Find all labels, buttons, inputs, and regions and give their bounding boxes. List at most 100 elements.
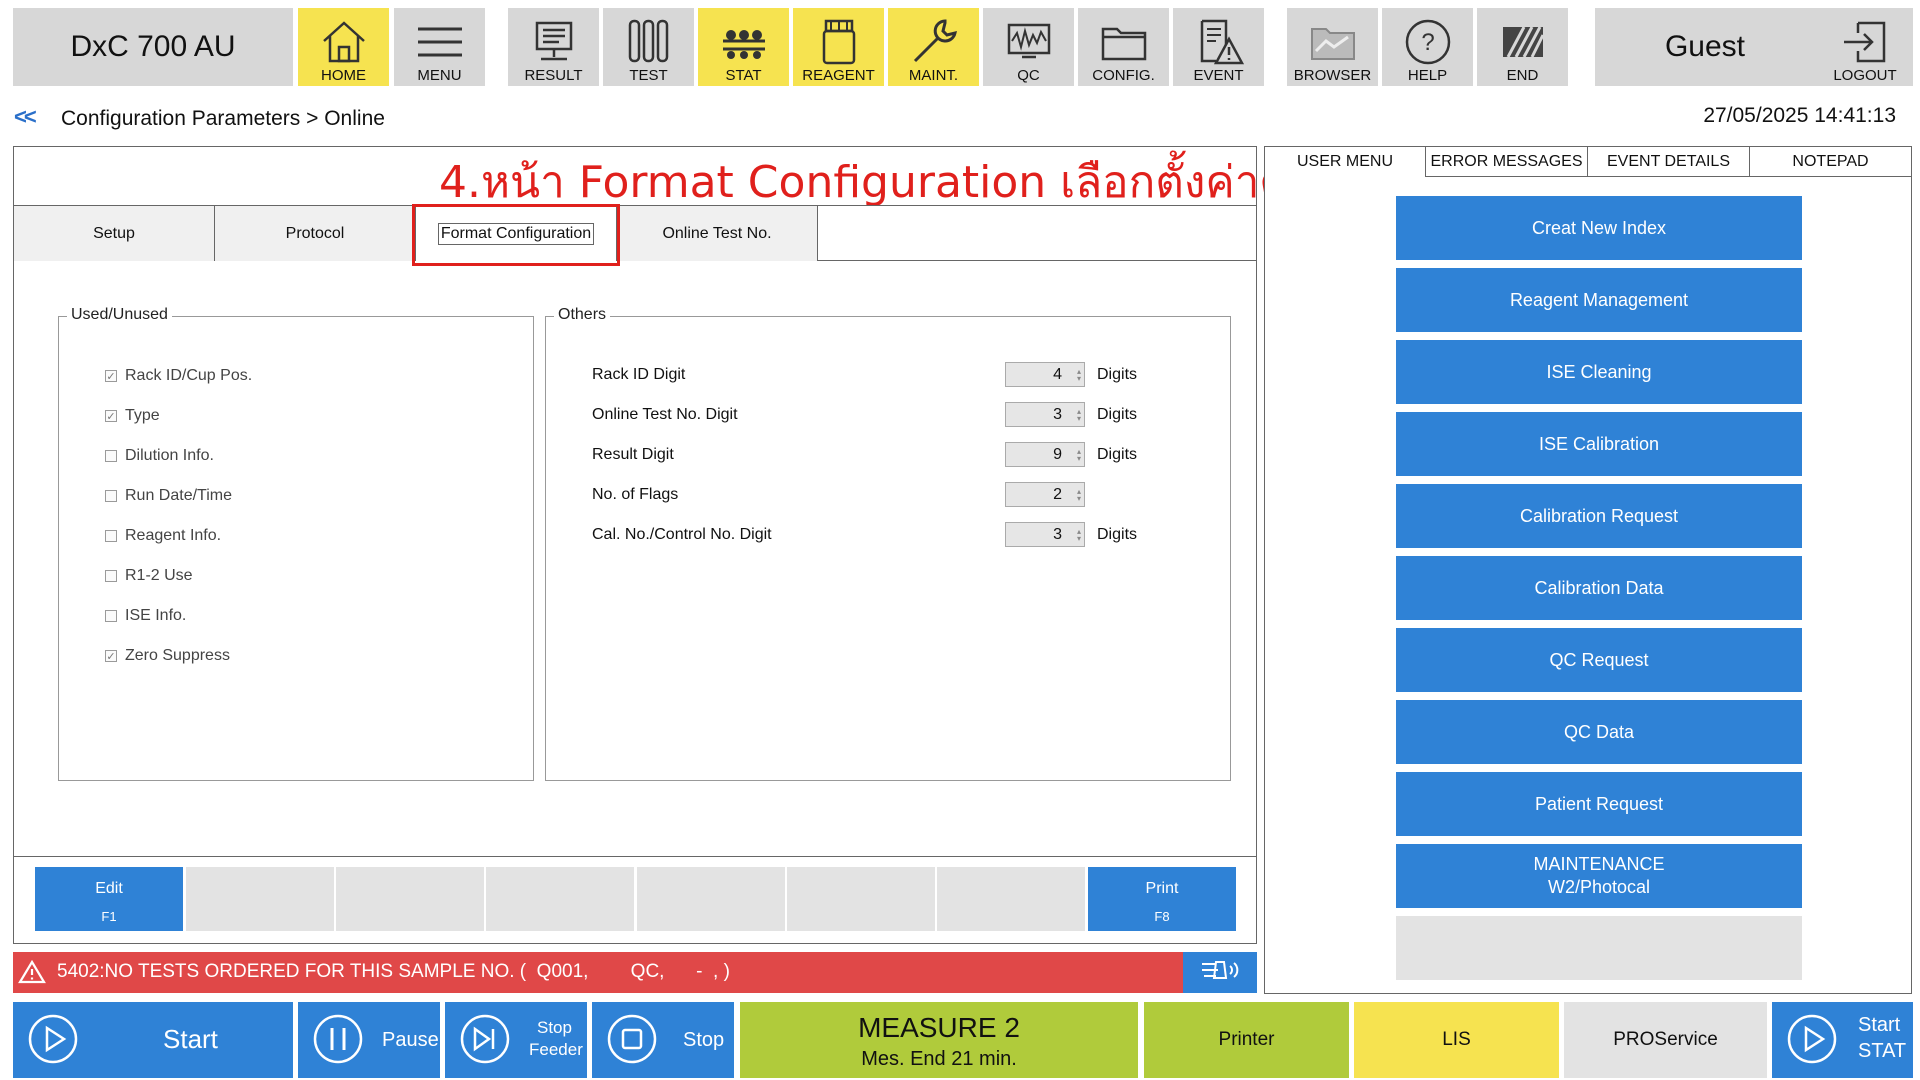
measure-subtitle: Mes. End 21 min. bbox=[861, 1048, 1017, 1070]
rack-id-digit-spinner[interactable]: 4 ▴ ▾ bbox=[1005, 362, 1085, 387]
play-icon bbox=[1786, 1013, 1838, 1065]
maint-button[interactable]: MAINT. bbox=[888, 8, 979, 86]
calibration-data-button[interactable]: Calibration Data bbox=[1396, 556, 1802, 620]
stop-label: Stop bbox=[683, 1029, 725, 1051]
help-label: HELP bbox=[1407, 67, 1448, 84]
end-button[interactable]: END bbox=[1477, 8, 1568, 86]
step-forward-icon bbox=[459, 1013, 511, 1065]
others-row-no-of-flags: No. of Flags 2 ▴ ▾ bbox=[592, 482, 1132, 508]
tab-notepad[interactable]: NOTEPAD bbox=[1749, 147, 1912, 177]
checkbox-zero-suppress[interactable]: ✓ Zero Suppress bbox=[105, 647, 230, 665]
empty-menu-slot bbox=[1396, 916, 1802, 980]
print-f8-button[interactable]: Print F8 bbox=[1088, 867, 1236, 931]
reagent-management-button[interactable]: Reagent Management bbox=[1396, 268, 1802, 332]
tab-user-menu[interactable]: USER MENU bbox=[1265, 147, 1425, 177]
tab-format-configuration[interactable]: Format Configuration bbox=[416, 206, 617, 261]
spinner-arrows-icon[interactable]: ▴ ▾ bbox=[1077, 528, 1081, 543]
top-toolbar: DxC 700 AU HOME MENU RESULT TEST STAT RE… bbox=[0, 0, 1920, 92]
spinner-arrows-icon[interactable]: ▴ ▾ bbox=[1077, 408, 1081, 423]
checkbox-run-date-time[interactable]: Run Date/Time bbox=[105, 487, 232, 505]
tab-setup[interactable]: Setup bbox=[14, 206, 215, 261]
qc-request-button[interactable]: QC Request bbox=[1396, 628, 1802, 692]
checkbox-dilution-info[interactable]: Dilution Info. bbox=[105, 447, 214, 465]
browser-folder-icon bbox=[1287, 14, 1378, 70]
home-button[interactable]: HOME bbox=[298, 8, 389, 86]
fkey-empty bbox=[937, 867, 1085, 931]
no-of-flags-spinner[interactable]: 2 ▴ ▾ bbox=[1005, 482, 1085, 507]
buzzer-stop-button[interactable] bbox=[1183, 952, 1257, 993]
test-button[interactable]: TEST bbox=[603, 8, 694, 86]
config-button[interactable]: CONFIG. bbox=[1078, 8, 1169, 86]
folder-icon bbox=[1078, 14, 1169, 70]
checkbox-reagent-info[interactable]: Reagent Info. bbox=[105, 527, 221, 545]
play-icon bbox=[27, 1013, 79, 1065]
checkbox-box[interactable]: ✓ bbox=[105, 650, 117, 663]
spinner-arrows-icon[interactable]: ▴ ▾ bbox=[1077, 448, 1081, 463]
ise-calibration-button[interactable]: ISE Calibration bbox=[1396, 412, 1802, 476]
result-button[interactable]: RESULT bbox=[508, 8, 599, 86]
reagent-label: REAGENT bbox=[802, 67, 875, 84]
proservice-status[interactable]: PROService bbox=[1564, 1002, 1767, 1078]
stop-feeder-button[interactable]: Stop Feeder bbox=[445, 1002, 587, 1078]
checkbox-box[interactable] bbox=[105, 610, 117, 622]
checkbox-ise-info[interactable]: ISE Info. bbox=[105, 607, 186, 625]
checkbox-box[interactable] bbox=[105, 450, 117, 462]
menu-button[interactable]: MENU bbox=[394, 8, 485, 86]
others-label: Online Test No. Digit bbox=[592, 406, 738, 423]
tab-protocol[interactable]: Protocol bbox=[215, 206, 416, 261]
pause-button[interactable]: Pause bbox=[298, 1002, 440, 1078]
online-test-no-digit-spinner[interactable]: 3 ▴ ▾ bbox=[1005, 402, 1085, 427]
result-digit-spinner[interactable]: 9 ▴ ▾ bbox=[1005, 442, 1085, 467]
reagent-button[interactable]: REAGENT bbox=[793, 8, 884, 86]
tab-online-test-no[interactable]: Online Test No. bbox=[617, 206, 818, 261]
others-label: Rack ID Digit bbox=[592, 366, 686, 383]
logout-icon[interactable] bbox=[1825, 14, 1905, 70]
help-button[interactable]: ? HELP bbox=[1382, 8, 1473, 86]
tab-protocol-label: Protocol bbox=[285, 224, 345, 242]
cal-control-digit-spinner[interactable]: 3 ▴ ▾ bbox=[1005, 522, 1085, 547]
event-button[interactable]: EVENT bbox=[1173, 8, 1264, 86]
checkbox-box[interactable] bbox=[105, 570, 117, 582]
maint-label: MAINT. bbox=[908, 67, 959, 84]
stat-rack-icon bbox=[698, 14, 789, 70]
printer-status[interactable]: Printer bbox=[1144, 1002, 1349, 1078]
lis-status[interactable]: LIS bbox=[1354, 1002, 1559, 1078]
checkbox-r1-2-use[interactable]: R1-2 Use bbox=[105, 567, 193, 585]
fkey-label: Edit bbox=[95, 880, 123, 897]
browser-button[interactable]: BROWSER bbox=[1287, 8, 1378, 86]
creat-new-index-button[interactable]: Creat New Index bbox=[1396, 196, 1802, 260]
checkbox-box[interactable]: ✓ bbox=[105, 410, 117, 423]
back-button[interactable]: << bbox=[14, 104, 37, 130]
buzzer-hand-icon bbox=[1198, 956, 1242, 989]
logout-button[interactable]: LOGOUT bbox=[1825, 67, 1905, 84]
calibration-request-button[interactable]: Calibration Request bbox=[1396, 484, 1802, 548]
checkbox-rack-id[interactable]: ✓ Rack ID/Cup Pos. bbox=[105, 367, 252, 385]
stat-button[interactable]: STAT bbox=[698, 8, 789, 86]
svg-text:?: ? bbox=[1421, 29, 1434, 56]
edit-f1-button[interactable]: Edit F1 bbox=[35, 867, 183, 931]
spinner-arrows-icon[interactable]: ▴ ▾ bbox=[1077, 368, 1081, 383]
start-stat-button[interactable]: Start STAT bbox=[1772, 1002, 1913, 1078]
others-row-online-test-no-digit: Online Test No. Digit 3 ▴ ▾ Digits bbox=[592, 402, 1137, 428]
qc-button[interactable]: QC bbox=[983, 8, 1074, 86]
others-row-rack-id-digit: Rack ID Digit 4 ▴ ▾ Digits bbox=[592, 362, 1137, 388]
others-unit: Digits bbox=[1097, 526, 1138, 543]
ise-cleaning-button[interactable]: ISE Cleaning bbox=[1396, 340, 1802, 404]
others-unit: Digits bbox=[1097, 366, 1138, 383]
checkbox-box[interactable] bbox=[105, 490, 117, 502]
checkbox-type[interactable]: ✓ Type bbox=[105, 407, 160, 425]
start-button[interactable]: Start bbox=[13, 1002, 293, 1078]
qc-data-button[interactable]: QC Data bbox=[1396, 700, 1802, 764]
stop-button[interactable]: Stop bbox=[592, 1002, 734, 1078]
spinner-arrows-icon[interactable]: ▴ ▾ bbox=[1077, 488, 1081, 503]
tab-error-messages[interactable]: ERROR MESSAGES bbox=[1425, 147, 1588, 177]
error-bar[interactable]: 5402:NO TESTS ORDERED FOR THIS SAMPLE NO… bbox=[13, 952, 1183, 993]
patient-request-button[interactable]: Patient Request bbox=[1396, 772, 1802, 836]
maintenance-w2-photocal-button[interactable]: MAINTENANCE W2/Photocal bbox=[1396, 844, 1802, 908]
qc-label: QC bbox=[1017, 67, 1040, 84]
measure-title: MEASURE 2 bbox=[858, 1012, 1020, 1043]
checkbox-box[interactable] bbox=[105, 530, 117, 542]
fkey-empty bbox=[186, 867, 334, 931]
tab-event-details[interactable]: EVENT DETAILS bbox=[1587, 147, 1750, 177]
checkbox-box[interactable]: ✓ bbox=[105, 370, 117, 383]
